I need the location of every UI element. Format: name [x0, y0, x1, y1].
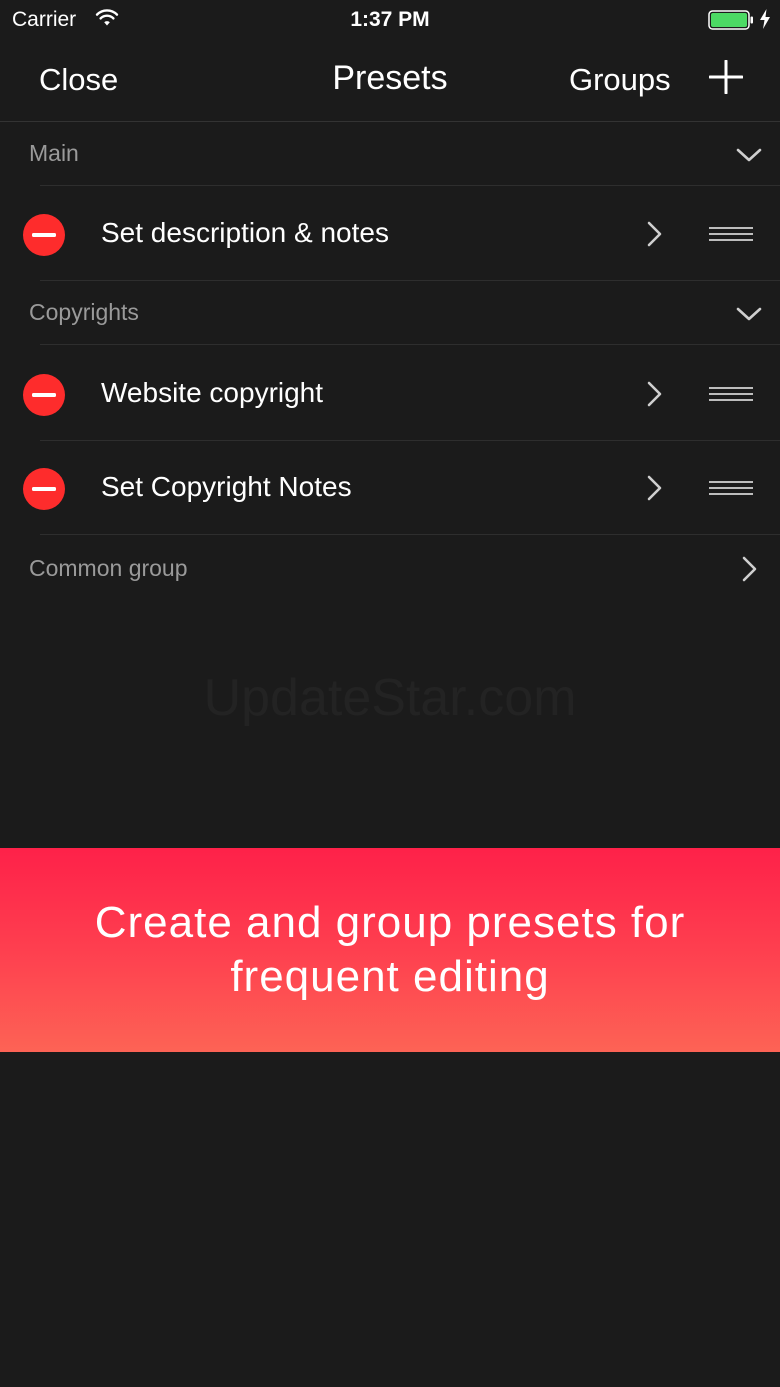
divider	[40, 344, 780, 345]
delete-minus-icon[interactable]	[23, 374, 65, 416]
delete-minus-icon[interactable]	[23, 468, 65, 510]
navigation-bar: Close Presets Groups	[0, 40, 780, 122]
chevron-right-icon	[647, 381, 662, 407]
chevron-down-icon	[736, 307, 762, 321]
preset-label: Website copyright	[101, 377, 324, 408]
promo-banner: Create and group presets for frequent ed…	[0, 848, 780, 1052]
presets-screen: Carrier 1:37 PM Close Presets Groups Mai…	[0, 0, 780, 1387]
preset-row[interactable]: Website copyright	[0, 347, 780, 441]
chevron-down-icon	[736, 148, 762, 162]
preset-row[interactable]: Set description & notes	[0, 187, 780, 281]
status-bar: Carrier 1:37 PM	[0, 0, 780, 40]
clock: 1:37 PM	[350, 8, 430, 31]
chevron-right-icon	[742, 556, 757, 582]
preset-row[interactable]: Set Copyright Notes	[0, 441, 780, 535]
drag-handle-icon[interactable]	[709, 385, 753, 403]
divider	[40, 185, 780, 186]
drag-handle-icon[interactable]	[709, 225, 753, 243]
section-label: Main	[29, 140, 79, 166]
watermark: UpdateStar.com	[203, 669, 577, 727]
close-button[interactable]: Close	[39, 62, 118, 98]
common-group-label: Common group	[29, 555, 188, 581]
section-label: Copyrights	[29, 299, 139, 325]
section-header-main[interactable]: Main	[0, 122, 780, 186]
chevron-right-icon	[647, 475, 662, 501]
drag-handle-icon[interactable]	[709, 479, 753, 497]
preset-label: Set Copyright Notes	[101, 471, 352, 502]
groups-button[interactable]: Groups	[569, 62, 671, 98]
section-header-copyrights[interactable]: Copyrights	[0, 281, 780, 345]
promo-text: Create and group presets for frequent ed…	[94, 898, 686, 1001]
plus-icon[interactable]	[709, 60, 743, 94]
preset-label: Set description & notes	[101, 217, 389, 248]
common-group-row[interactable]: Common group	[0, 535, 780, 601]
battery-icon	[708, 10, 753, 30]
chevron-right-icon	[647, 221, 662, 247]
delete-minus-icon[interactable]	[23, 214, 65, 256]
charging-bolt-icon	[760, 9, 770, 29]
